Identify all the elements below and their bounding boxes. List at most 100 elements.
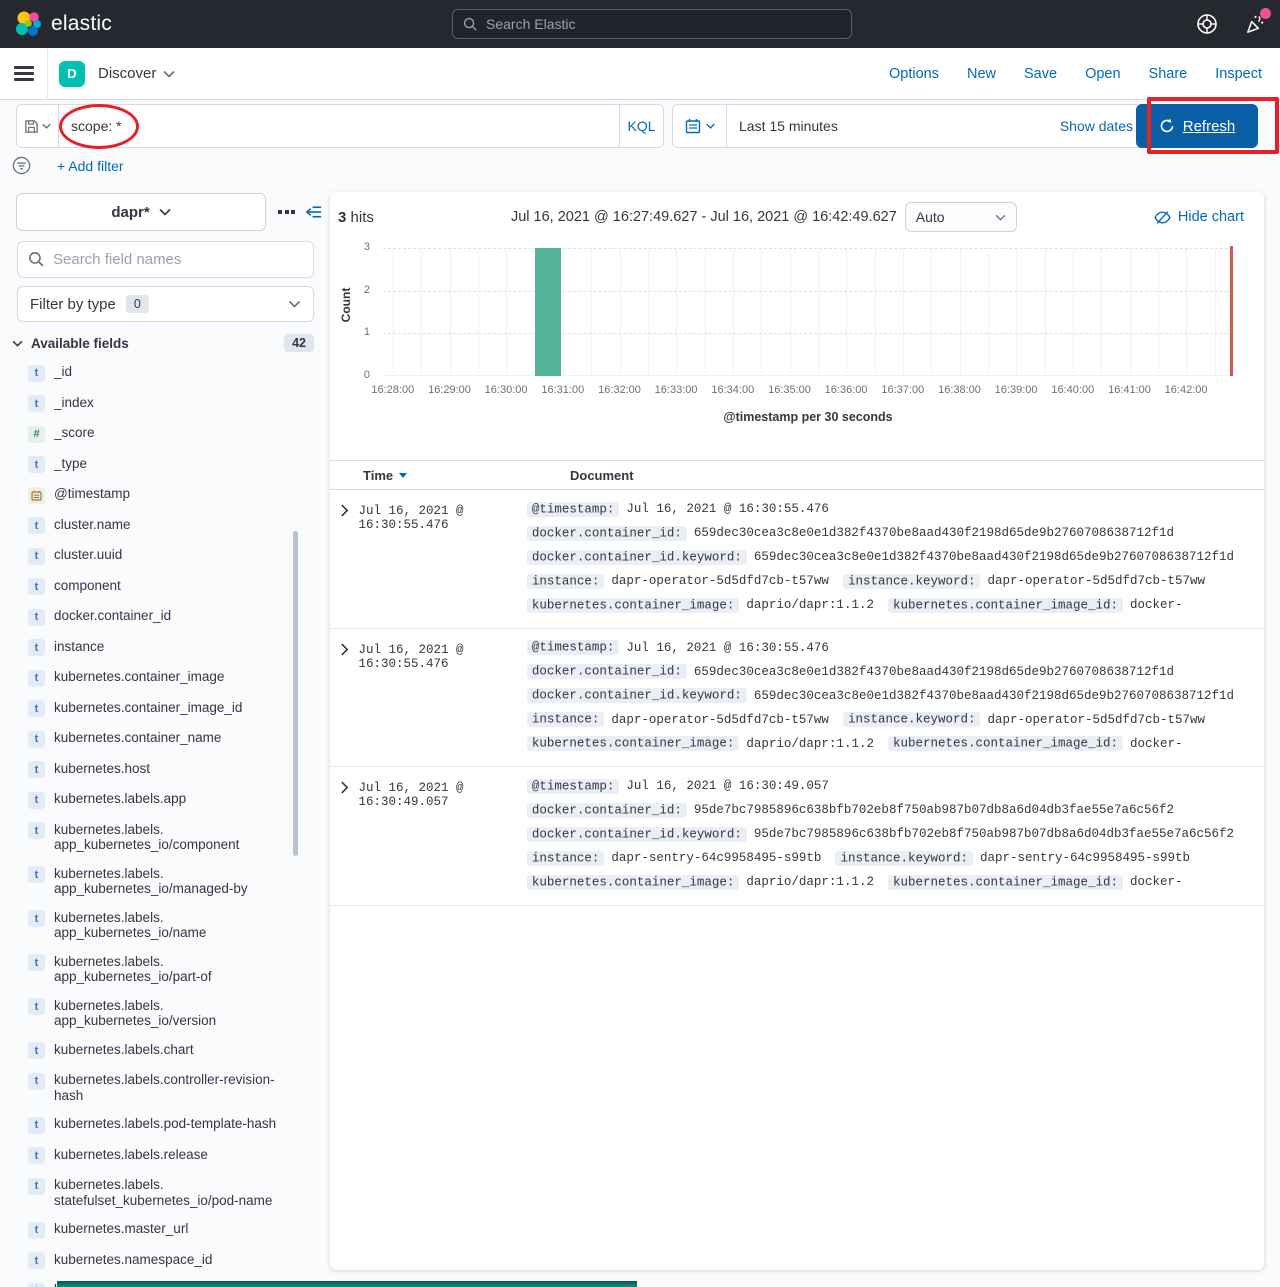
gridline-vertical	[960, 246, 961, 376]
field-item[interactable]: tkubernetes.​namespace_id	[28, 1246, 330, 1277]
global-search-input[interactable]: Search Elastic	[452, 9, 852, 39]
query-language-button[interactable]: KQL	[619, 105, 663, 147]
field-item[interactable]: #_score	[28, 419, 330, 450]
options-button[interactable]: Options	[889, 66, 939, 82]
sidebar-scrollbar[interactable]	[293, 531, 298, 856]
table-row: Jul 16, 2021 @ 16:30:49.057@timestamp:Ju…	[330, 767, 1264, 906]
histogram-chart[interactable]: Count @timestamp per 30 seconds 012316:2…	[330, 238, 1264, 446]
field-key-chip: kubernetes.container_image_id:	[888, 736, 1123, 751]
field-type-string-badge: t	[28, 866, 45, 883]
field-item[interactable]: tkubernetes.​container_name	[28, 724, 330, 755]
field-key-chip: kubernetes.container_image_id:	[888, 875, 1123, 890]
discover-app-badge[interactable]: D	[59, 61, 85, 87]
gridline-vertical	[846, 246, 847, 376]
document-column-header: Document	[570, 468, 634, 483]
add-filter-button[interactable]: + Add filter	[57, 158, 124, 174]
row-time-value: Jul 16, 2021 @ 16:30:49.057	[359, 778, 527, 892]
expand-row-button[interactable]	[330, 778, 359, 892]
elastic-logo-icon	[14, 10, 42, 38]
field-value: docker-	[1130, 737, 1183, 751]
sort-desc-icon	[399, 473, 407, 478]
field-value: Jul 16, 2021 @ 16:30:49.057	[626, 779, 829, 793]
date-quick-menu-button[interactable]	[673, 105, 727, 147]
field-type-string-badge: t	[28, 1117, 45, 1134]
field-key-chip: instance:	[527, 574, 605, 589]
field-key-chip: instance.keyword:	[835, 851, 973, 866]
field-item[interactable]: tkubernetes.​container_image_id	[28, 694, 330, 725]
field-value: Jul 16, 2021 @ 16:30:55.476	[626, 502, 829, 516]
field-pair: instance:dapr-operator-5d5dfd7cb-t57ww	[527, 713, 829, 727]
field-type-string-badge: t	[28, 609, 45, 626]
new-button[interactable]: New	[967, 66, 996, 82]
menu-icon[interactable]	[14, 63, 34, 85]
interval-select[interactable]: Auto	[905, 202, 1017, 232]
fields-count-badge: 42	[284, 334, 314, 352]
field-pair: kubernetes.container_image:daprio/dapr:1…	[527, 737, 874, 751]
show-dates-button[interactable]: Show dates	[1060, 118, 1145, 134]
index-pattern-selector[interactable]: dapr*	[16, 193, 266, 231]
field-item[interactable]: tkubernetes.​labels.​app_kubernetes_io/n…	[28, 904, 330, 948]
open-button[interactable]: Open	[1085, 66, 1120, 82]
field-key-chip: docker.container_id:	[527, 664, 687, 679]
field-item[interactable]: @timestamp	[28, 480, 330, 511]
hits-count: 3 hits	[338, 209, 374, 226]
field-item[interactable]: t_index	[28, 389, 330, 420]
filter-by-type-dropdown[interactable]: Filter by type 0	[17, 286, 314, 322]
expand-row-button[interactable]	[330, 640, 359, 754]
field-item[interactable]: tinstance	[28, 633, 330, 664]
share-button[interactable]: Share	[1149, 66, 1188, 82]
field-item[interactable]: tkubernetes.​master_url	[28, 1215, 330, 1246]
gridline-vertical	[790, 246, 791, 376]
refresh-button[interactable]: Refresh	[1136, 104, 1258, 148]
document-line: instance:dapr-sentry-64c9958495-s99tbins…	[527, 850, 1248, 868]
field-item[interactable]: tkubernetes.​labels.​pod-template-hash	[28, 1110, 330, 1141]
field-item[interactable]: t_type	[28, 450, 330, 481]
gridline-vertical	[648, 246, 649, 376]
search-field-names-input[interactable]: Search field names	[17, 241, 314, 278]
breadcrumb[interactable]: Discover	[98, 65, 175, 82]
document-line: docker.container_id.keyword:659dec30cea3…	[527, 688, 1248, 706]
query-input[interactable]: scope: *	[59, 118, 619, 134]
save-button[interactable]: Save	[1024, 66, 1057, 82]
field-item[interactable]: tkubernetes.​labels.​app_kubernetes_io/c…	[28, 816, 330, 860]
field-name: cluster.​uuid	[54, 547, 288, 563]
saved-query-menu-button[interactable]	[17, 105, 59, 147]
available-fields-header[interactable]: Available fields 42	[12, 334, 314, 352]
field-type-string-badge: t	[28, 792, 45, 809]
field-item[interactable]: tkubernetes.​labels.​app_kubernetes_io/v…	[28, 992, 330, 1036]
field-item[interactable]: tcluster.​name	[28, 511, 330, 542]
field-item[interactable]: tkubernetes.​host	[28, 755, 330, 786]
field-item[interactable]: tkubernetes.​labels.​chart	[28, 1036, 330, 1067]
field-type-string-badge: t	[28, 1147, 45, 1164]
field-item[interactable]: tcluster.​uuid	[28, 541, 330, 572]
field-item[interactable]: tkubernetes.​container_image	[28, 663, 330, 694]
gridline-vertical	[620, 246, 621, 376]
field-item[interactable]: tkubernetes.​labels.​statefulset_kuberne…	[28, 1171, 330, 1215]
elastic-logo[interactable]: elastic	[0, 10, 112, 38]
field-item[interactable]: tkubernetes.​labels.​app_kubernetes_io/m…	[28, 860, 330, 904]
eye-closed-icon	[1154, 209, 1171, 226]
table-row: Jul 16, 2021 @ 16:30:55.476@timestamp:Ju…	[330, 490, 1264, 629]
help-icon[interactable]	[1194, 11, 1220, 37]
field-item[interactable]: tkubernetes.​labels.​controller-revision…	[28, 1066, 330, 1110]
field-item[interactable]: tkubernetes.​labels.​release	[28, 1141, 330, 1172]
field-item[interactable]: tkubernetes.​labels.​app_kubernetes_io/p…	[28, 948, 330, 992]
timerange-value[interactable]: Last 15 minutes	[727, 118, 1060, 134]
field-item[interactable]: t_id	[28, 358, 330, 389]
histogram-bar[interactable]	[535, 248, 562, 376]
global-search-placeholder: Search Elastic	[486, 16, 575, 32]
inspect-button[interactable]: Inspect	[1215, 66, 1262, 82]
expand-row-button[interactable]	[330, 501, 359, 615]
hide-chart-button[interactable]: Hide chart	[1154, 209, 1248, 226]
newsfeed-icon[interactable]	[1242, 11, 1268, 37]
filter-icon[interactable]	[12, 156, 31, 175]
field-name: component	[54, 578, 288, 594]
field-item[interactable]: tdocker.​container_id	[28, 602, 330, 633]
field-item[interactable]: tcomponent	[28, 572, 330, 603]
time-column-header[interactable]: Time	[363, 468, 570, 483]
index-pattern-options-icon[interactable]	[278, 210, 295, 214]
field-item[interactable]: tkubernetes.​labels.​app	[28, 785, 330, 816]
collapse-sidebar-icon[interactable]	[305, 205, 322, 219]
field-name: instance	[54, 639, 288, 655]
field-value: dapr-operator-5d5dfd7cb-t57ww	[987, 574, 1205, 588]
